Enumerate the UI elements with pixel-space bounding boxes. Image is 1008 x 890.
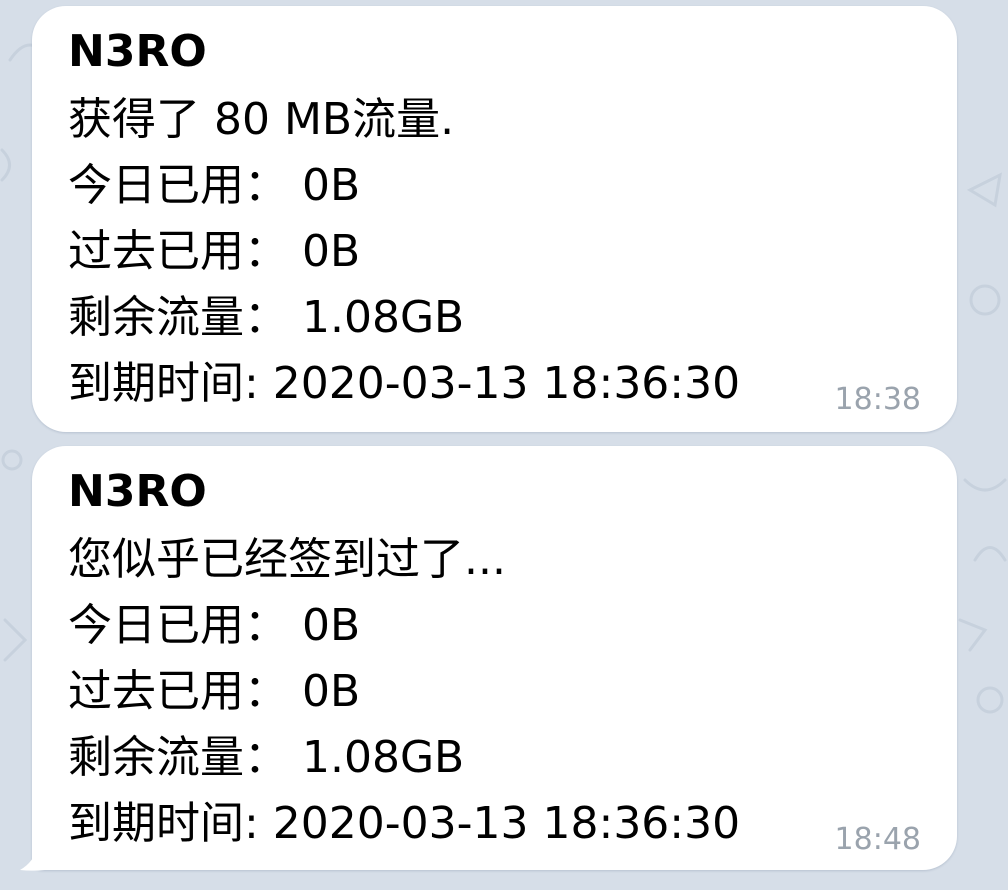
message-bubble[interactable]: N3RO 您似乎已经签到过了... 今日已用： 0B 过去已用： 0B 剩余流量…	[32, 446, 957, 870]
message-timestamp: 18:38	[834, 382, 921, 417]
message-line: 您似乎已经签到过了...	[68, 534, 506, 585]
message-timestamp: 18:48	[834, 822, 921, 857]
message-line: 剩余流量： 1.08GB	[68, 732, 465, 783]
message-line: 过去已用： 0B	[68, 226, 361, 277]
message-line: 今日已用： 0B	[68, 600, 361, 651]
message-line: 剩余流量： 1.08GB	[68, 292, 465, 343]
message-bubble[interactable]: N3RO 获得了 80 MB流量. 今日已用： 0B 过去已用： 0B 剩余流量…	[32, 6, 957, 432]
message-line: 获得了 80 MB流量.	[68, 94, 455, 145]
message-line: 过去已用： 0B	[68, 666, 361, 717]
message-line: 今日已用： 0B	[68, 160, 361, 211]
sender-name[interactable]: N3RO	[68, 466, 207, 518]
message-line: 到期时间: 2020-03-13 18:36:30	[68, 798, 741, 849]
bubble-tail-icon	[20, 838, 58, 871]
sender-name[interactable]: N3RO	[68, 26, 207, 78]
message-line: 到期时间: 2020-03-13 18:36:30	[68, 358, 741, 409]
